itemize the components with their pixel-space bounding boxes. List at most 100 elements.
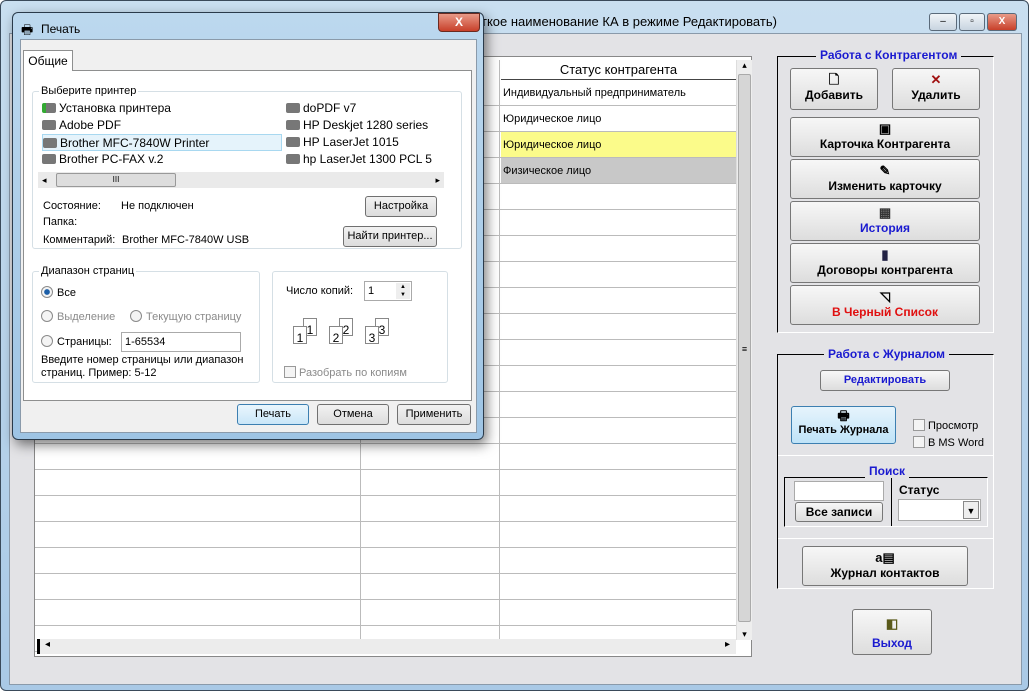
edit-card-button[interactable]: ✎ Изменить карточку [790,159,980,199]
contacts-journal-button[interactable]: a▤ Журнал контактов [802,546,968,586]
page-icon: 3 [365,326,379,345]
printer-icon [42,103,56,113]
printer-icon: 🖶 [837,408,850,423]
card-icon: ▣ [878,121,892,136]
printer-item[interactable]: hp LaserJet 1300 PCL 5 [286,151,432,168]
vertical-scrollbar[interactable]: ▴ ≡ ▾ [736,60,752,640]
copies-group: Число копий: 1 ▲ ▼ 112233 Разобрать по коп… [272,271,448,383]
comment-label: Комментарий: [43,234,116,246]
msword-checkbox[interactable]: В MS Word [913,436,984,449]
radio-pages[interactable]: Страницы: [41,335,112,348]
printer-icon [42,120,56,130]
preview-checkbox[interactable]: Просмотр [913,419,978,432]
status-cell: Индивидуальный предприниматель [503,87,686,99]
scroll-right-arrow[interactable]: ▸ [725,639,730,650]
printer-item[interactable]: doPDF v7 [286,100,356,117]
dialog-body: Общие Выберите принтер Установка принтер… [20,39,477,433]
history-button[interactable]: ▦ История [790,201,980,241]
select-printer-group: Выберите принтер Установка принтера Adobe… [32,85,462,249]
print-button[interactable]: Печать [237,404,309,425]
scroll-thumb[interactable]: ≡ [738,74,751,622]
printer-item[interactable]: HP LaserJet 1015 [286,134,399,151]
delete-button[interactable]: ✕ Удалить [892,68,980,110]
table-row[interactable] [35,548,736,574]
edit-card-icon: ✎ [879,163,891,178]
table-row[interactable] [35,496,736,522]
tab-panel: Выберите принтер Установка принтера Adobe… [23,70,472,401]
all-records-button[interactable]: Все записи [795,502,883,522]
scroll-left-arrow[interactable]: ◂ [45,639,50,650]
dialog-close-button[interactable]: X [438,13,480,32]
printer-icon [286,154,300,164]
print-journal-button[interactable]: 🖶 Печать Журнала [791,406,896,444]
apply-button[interactable]: Применить [397,404,471,425]
exit-button[interactable]: ◧ Выход [852,609,932,655]
close-button[interactable]: X [987,13,1017,31]
collate-checkbox[interactable]: Разобрать по копиям [284,366,407,379]
contragent-group-title: Работа с Контрагентом [816,48,962,62]
history-icon: ▦ [878,205,892,220]
journal-group-title: Работа с Журналом [824,347,949,361]
tab-general[interactable]: Общие [23,50,73,71]
printer-list-hscroll[interactable]: ◂ III ▸ [38,172,444,188]
printer-icon [42,154,56,164]
state-label: Состояние: [43,200,101,212]
setup-button[interactable]: Настройка [365,196,437,217]
printer-item[interactable]: HP Deskjet 1280 series [286,117,428,134]
new-document-icon: 🗋 [828,72,840,87]
comment-value: Brother MFC-7840W USB [122,234,250,246]
pages-input[interactable] [121,332,241,352]
printer-list[interactable]: Установка принтера Adobe PDF Brother MFC-7… [38,96,444,172]
scroll-down-arrow[interactable]: ▾ [737,629,752,640]
main-window-title: ткое наименование КА в режиме Редактиров… [481,14,777,29]
scroll-thumb[interactable]: III [56,173,176,187]
printer-item[interactable]: Brother PC-FAX v.2 [42,151,163,168]
printer-item[interactable]: Adobe PDF [42,117,121,134]
search-group-title: Поиск [865,464,910,478]
copies-stepper[interactable]: 1 ▲ ▼ [364,281,412,301]
radio-current-page[interactable]: Текущую страницу [130,310,241,323]
status-select[interactable]: ▼ [898,499,981,521]
table-row[interactable] [35,470,736,496]
exit-door-icon: ◧ [885,616,899,631]
scroll-up-arrow[interactable]: ▴ [737,60,752,71]
blacklist-button[interactable]: ◹ В Черный Список [790,285,980,325]
chevron-down-icon[interactable]: ▼ [963,501,979,519]
contragent-card-button[interactable]: ▣ Карточка Контрагента [790,117,980,157]
folder-label: Папка: [43,216,78,228]
page-range-group: Диапазон страниц Все Выделение Текущую с… [32,265,260,383]
status-cell: Юридическое лицо [503,113,602,125]
status-label: Статус [899,483,940,497]
radio-selection[interactable]: Выделение [41,310,115,323]
delete-x-icon: ✕ [930,72,942,87]
blacklist-icon: ◹ [880,289,890,304]
status-cell: Юридическое лицо [503,139,602,151]
edit-journal-button[interactable]: Редактировать [820,370,950,391]
pages-hint-example: страниц. Пример: 5-12 [41,367,157,379]
printer-icon [286,103,300,113]
find-printer-button[interactable]: Найти принтер... [343,226,437,247]
page-icon: 2 [329,326,343,345]
printer-item[interactable]: Установка принтера [42,100,171,117]
table-row[interactable] [35,574,736,600]
add-button[interactable]: 🗋 Добавить [790,68,878,110]
contacts-journal-icon: a▤ [875,550,895,565]
printer-item[interactable]: Brother MFC-7840W Printer [42,134,282,151]
pages-hint: Введите номер страницы или диапазон [41,354,244,366]
copies-label: Число копий: [286,285,354,297]
print-dialog: 🖶 Печать X Общие Выберите принтер Устано… [12,12,484,440]
column-header-status[interactable]: Статус контрагента [501,60,736,80]
contracts-button[interactable]: ▮ Договоры контрагента [790,243,980,283]
table-row[interactable] [35,522,736,548]
minimize-button[interactable]: – [929,13,957,31]
contracts-book-icon: ▮ [881,247,889,262]
horizontal-scrollbar[interactable]: ◂ ▸ [37,639,736,654]
status-cell: Физическое лицо [503,165,592,177]
table-row[interactable] [35,600,736,626]
maximize-button[interactable]: ▫ [959,13,985,31]
radio-all[interactable]: Все [41,286,76,299]
cancel-button[interactable]: Отмена [317,404,389,425]
table-row[interactable] [35,444,736,470]
search-input[interactable] [794,481,884,501]
page-icon: 1 [293,326,307,345]
